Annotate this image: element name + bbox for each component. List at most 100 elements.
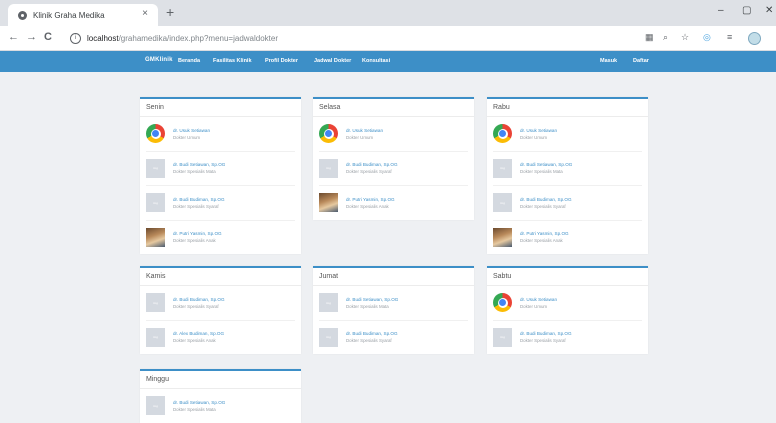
doctor-name-link[interactable]: dr. Putri Yasmin, Sp.OG <box>346 196 395 203</box>
doctor-row: img dr. Budi Budiman, Sp.OG Dokter Spesial… <box>493 321 642 355</box>
doctor-name-link[interactable]: dr. Budi Budiman, Sp.OG <box>173 296 225 303</box>
doctor-photo <box>146 227 165 247</box>
doctor-name-link[interactable]: dr. Putri Yasmin, Sp.OG <box>173 230 222 237</box>
doctor-name-link[interactable]: dr. Budi Setiawan, Sp.OG <box>173 161 225 168</box>
doctor-name-link[interactable]: dr. Budi Budiman, Sp.OG <box>520 196 572 203</box>
window-close-icon[interactable]: ✕ <box>765 5 773 16</box>
maximize-icon[interactable]: ▢ <box>742 5 751 16</box>
brand-logo[interactable]: GMKlinik <box>145 57 173 63</box>
doctor-row: dr. Putri Yasmin, Sp.OG Dokter Spesialis … <box>319 186 468 220</box>
day-title: Kamis <box>140 268 301 286</box>
browser-tab[interactable]: Klinik Graha Medika × <box>8 4 158 26</box>
doctor-info: dr. Budi Budiman, Sp.OG Dokter Spesialis … <box>520 196 572 210</box>
nav-link-konsultasi[interactable]: Konsultasi <box>362 58 390 64</box>
url-input[interactable]: i localhost/grahamedika/index.php?menu=j… <box>70 30 630 46</box>
profile-avatar-icon[interactable] <box>748 32 761 45</box>
day-title: Selasa <box>313 99 474 117</box>
nav-link-profil-dokter[interactable]: Profil Dokter <box>265 58 298 64</box>
doctor-list: dr. Usuk Setiawan Dokter Umum img dr. Budi … <box>487 286 648 354</box>
doctor-info: dr. Alex Budiman, Sp.OG Dokter Spesialis … <box>173 330 224 344</box>
star-icon[interactable]: ☆ <box>681 32 689 43</box>
doctor-name-link[interactable]: dr. Usuk Setiawan <box>346 127 383 134</box>
image-placeholder-icon: img <box>493 327 512 347</box>
nav-link-masuk[interactable]: Masuk <box>600 58 617 64</box>
chrome-icon <box>493 293 512 313</box>
doctor-row: img dr. Budi Budiman, Sp.OG Dokter Spesial… <box>146 186 295 221</box>
doctor-row: img dr. Budi Budiman, Sp.OG Dokter Spesial… <box>493 186 642 221</box>
doctor-specialty: Dokter Umum <box>520 303 548 309</box>
doctor-specialty: Dokter Spesialis Mata <box>173 406 216 412</box>
doctor-info: dr. Budi Budiman, Sp.OG Dokter Spesialis … <box>346 330 398 344</box>
image-placeholder-icon: img <box>319 293 338 313</box>
day-card-kamis: Kamis img dr. Budi Budiman, Sp.OG Dokter S… <box>140 266 301 354</box>
qr-icon[interactable]: ▦ <box>645 32 654 43</box>
doctor-specialty: Dokter Spesialis Anak <box>173 238 216 244</box>
doctor-row: img dr. Budi Setiawan, Sp.OG Dokter Spesia… <box>146 152 295 186</box>
doctor-row: img dr. Budi Budiman, Sp.OG Dokter Spesial… <box>319 321 468 355</box>
doctor-row: img dr. Budi Setiawan, Sp.OG Dokter Spesia… <box>146 389 295 423</box>
doctor-name-link[interactable]: dr. Usuk Setiawan <box>173 127 210 134</box>
doctor-specialty: Dokter Spesialis Syaraf <box>173 303 219 309</box>
chrome-icon <box>493 124 512 144</box>
day-title: Senin <box>140 99 301 117</box>
doctor-info: dr. Budi Budiman, Sp.OG Dokter Spesialis … <box>520 330 572 344</box>
browser-address-bar: ← → C i localhost/grahamedika/index.php?… <box>0 26 776 51</box>
image-placeholder-icon: img <box>493 193 512 213</box>
nav-link-jadwal-dokter[interactable]: Jadwal Dokter <box>314 58 351 64</box>
nav-link-daftar[interactable]: Daftar <box>633 58 649 64</box>
nav-link-beranda[interactable]: Beranda <box>178 58 200 64</box>
doctor-info: dr. Budi Budiman, Sp.OG Dokter Spesialis … <box>346 161 398 175</box>
browser-tab-bar: Klinik Graha Medika × + – ▢ ✕ <box>0 0 776 26</box>
doctor-info: dr. Budi Setiawan, Sp.OG Dokter Spesialis… <box>520 161 572 175</box>
doctor-name-link[interactable]: dr. Budi Setiawan, Sp.OG <box>173 399 225 406</box>
site-favicon-icon <box>18 10 27 20</box>
doctor-row: dr. Usuk Setiawan Dokter Umum <box>319 117 468 152</box>
new-tab-icon[interactable]: + <box>166 4 174 20</box>
doctor-name-link[interactable]: dr. Budi Budiman, Sp.OG <box>173 196 225 203</box>
day-card-jumat: Jumat img dr. Budi Setiawan, Sp.OG Dokter … <box>313 266 474 354</box>
doctor-info: dr. Usuk Setiawan Dokter Umum <box>346 127 383 141</box>
doctor-info: dr. Putri Yasmin, Sp.OG Dokter Spesialis … <box>346 196 395 210</box>
reading-list-icon[interactable]: ≡ <box>727 32 732 42</box>
nav-link-fasilitas-klinik[interactable]: Fasilitas Klinik <box>213 58 252 64</box>
doctor-specialty: Dokter Umum <box>173 134 201 140</box>
image-placeholder-icon: img <box>319 158 338 178</box>
doctor-row: dr. Usuk Setiawan Dokter Umum <box>493 117 642 152</box>
doctor-info: dr. Putri Yasmin, Sp.OG Dokter Spesialis … <box>520 230 569 244</box>
doctor-name-link[interactable]: dr. Budi Budiman, Sp.OG <box>520 330 572 337</box>
doctor-photo <box>493 227 512 247</box>
doctor-row: dr. Putri Yasmin, Sp.OG Dokter Spesialis … <box>146 221 295 255</box>
reload-icon[interactable]: C <box>44 31 52 43</box>
back-arrow-icon[interactable]: ← <box>8 31 19 43</box>
day-card-senin: Senin dr. Usuk Setiawan Dokter Umum img dr.… <box>140 97 301 254</box>
doctor-specialty: Dokter Spesialis Anak <box>346 203 389 209</box>
doctor-name-link[interactable]: dr. Budi Setiawan, Sp.OG <box>346 296 398 303</box>
doctor-name-link[interactable]: dr. Putri Yasmin, Sp.OG <box>520 230 569 237</box>
minimize-icon[interactable]: – <box>718 5 724 16</box>
doctor-specialty: Dokter Spesialis Mata <box>173 169 216 175</box>
image-placeholder-icon: img <box>319 327 338 347</box>
doctor-info: dr. Budi Setiawan, Sp.OG Dokter Spesialis… <box>173 161 225 175</box>
image-placeholder-icon: img <box>146 396 165 416</box>
tab-close-icon[interactable]: × <box>142 8 148 19</box>
forward-arrow-icon[interactable]: → <box>26 31 37 43</box>
doctor-name-link[interactable]: dr. Budi Budiman, Sp.OG <box>346 330 398 337</box>
doctor-name-link[interactable]: dr. Usuk Setiawan <box>520 296 557 303</box>
image-placeholder-icon: img <box>493 158 512 178</box>
day-card-sabtu: Sabtu dr. Usuk Setiawan Dokter Umum img dr.… <box>487 266 648 354</box>
doctor-specialty: Dokter Spesialis Syaraf <box>520 203 566 209</box>
chrome-icon <box>319 124 338 144</box>
doctor-name-link[interactable]: dr. Usuk Setiawan <box>520 127 557 134</box>
doctor-row: dr. Putri Yasmin, Sp.OG Dokter Spesialis … <box>493 221 642 255</box>
zoom-icon[interactable]: ⌕ <box>663 32 668 43</box>
image-placeholder-icon: img <box>146 327 165 347</box>
doctor-name-link[interactable]: dr. Budi Budiman, Sp.OG <box>346 161 398 168</box>
doctor-list: img dr. Budi Setiawan, Sp.OG Dokter Spesia… <box>313 286 474 354</box>
image-placeholder-icon: img <box>146 293 165 313</box>
day-title: Minggu <box>140 371 301 389</box>
doctor-name-link[interactable]: dr. Budi Setiawan, Sp.OG <box>520 161 572 168</box>
doctor-specialty: Dokter Spesialis Anak <box>173 338 216 344</box>
extension-icon[interactable]: ◎ <box>703 32 711 43</box>
doctor-name-link[interactable]: dr. Alex Budiman, Sp.OG <box>173 330 224 337</box>
site-info-icon[interactable]: i <box>70 32 81 44</box>
